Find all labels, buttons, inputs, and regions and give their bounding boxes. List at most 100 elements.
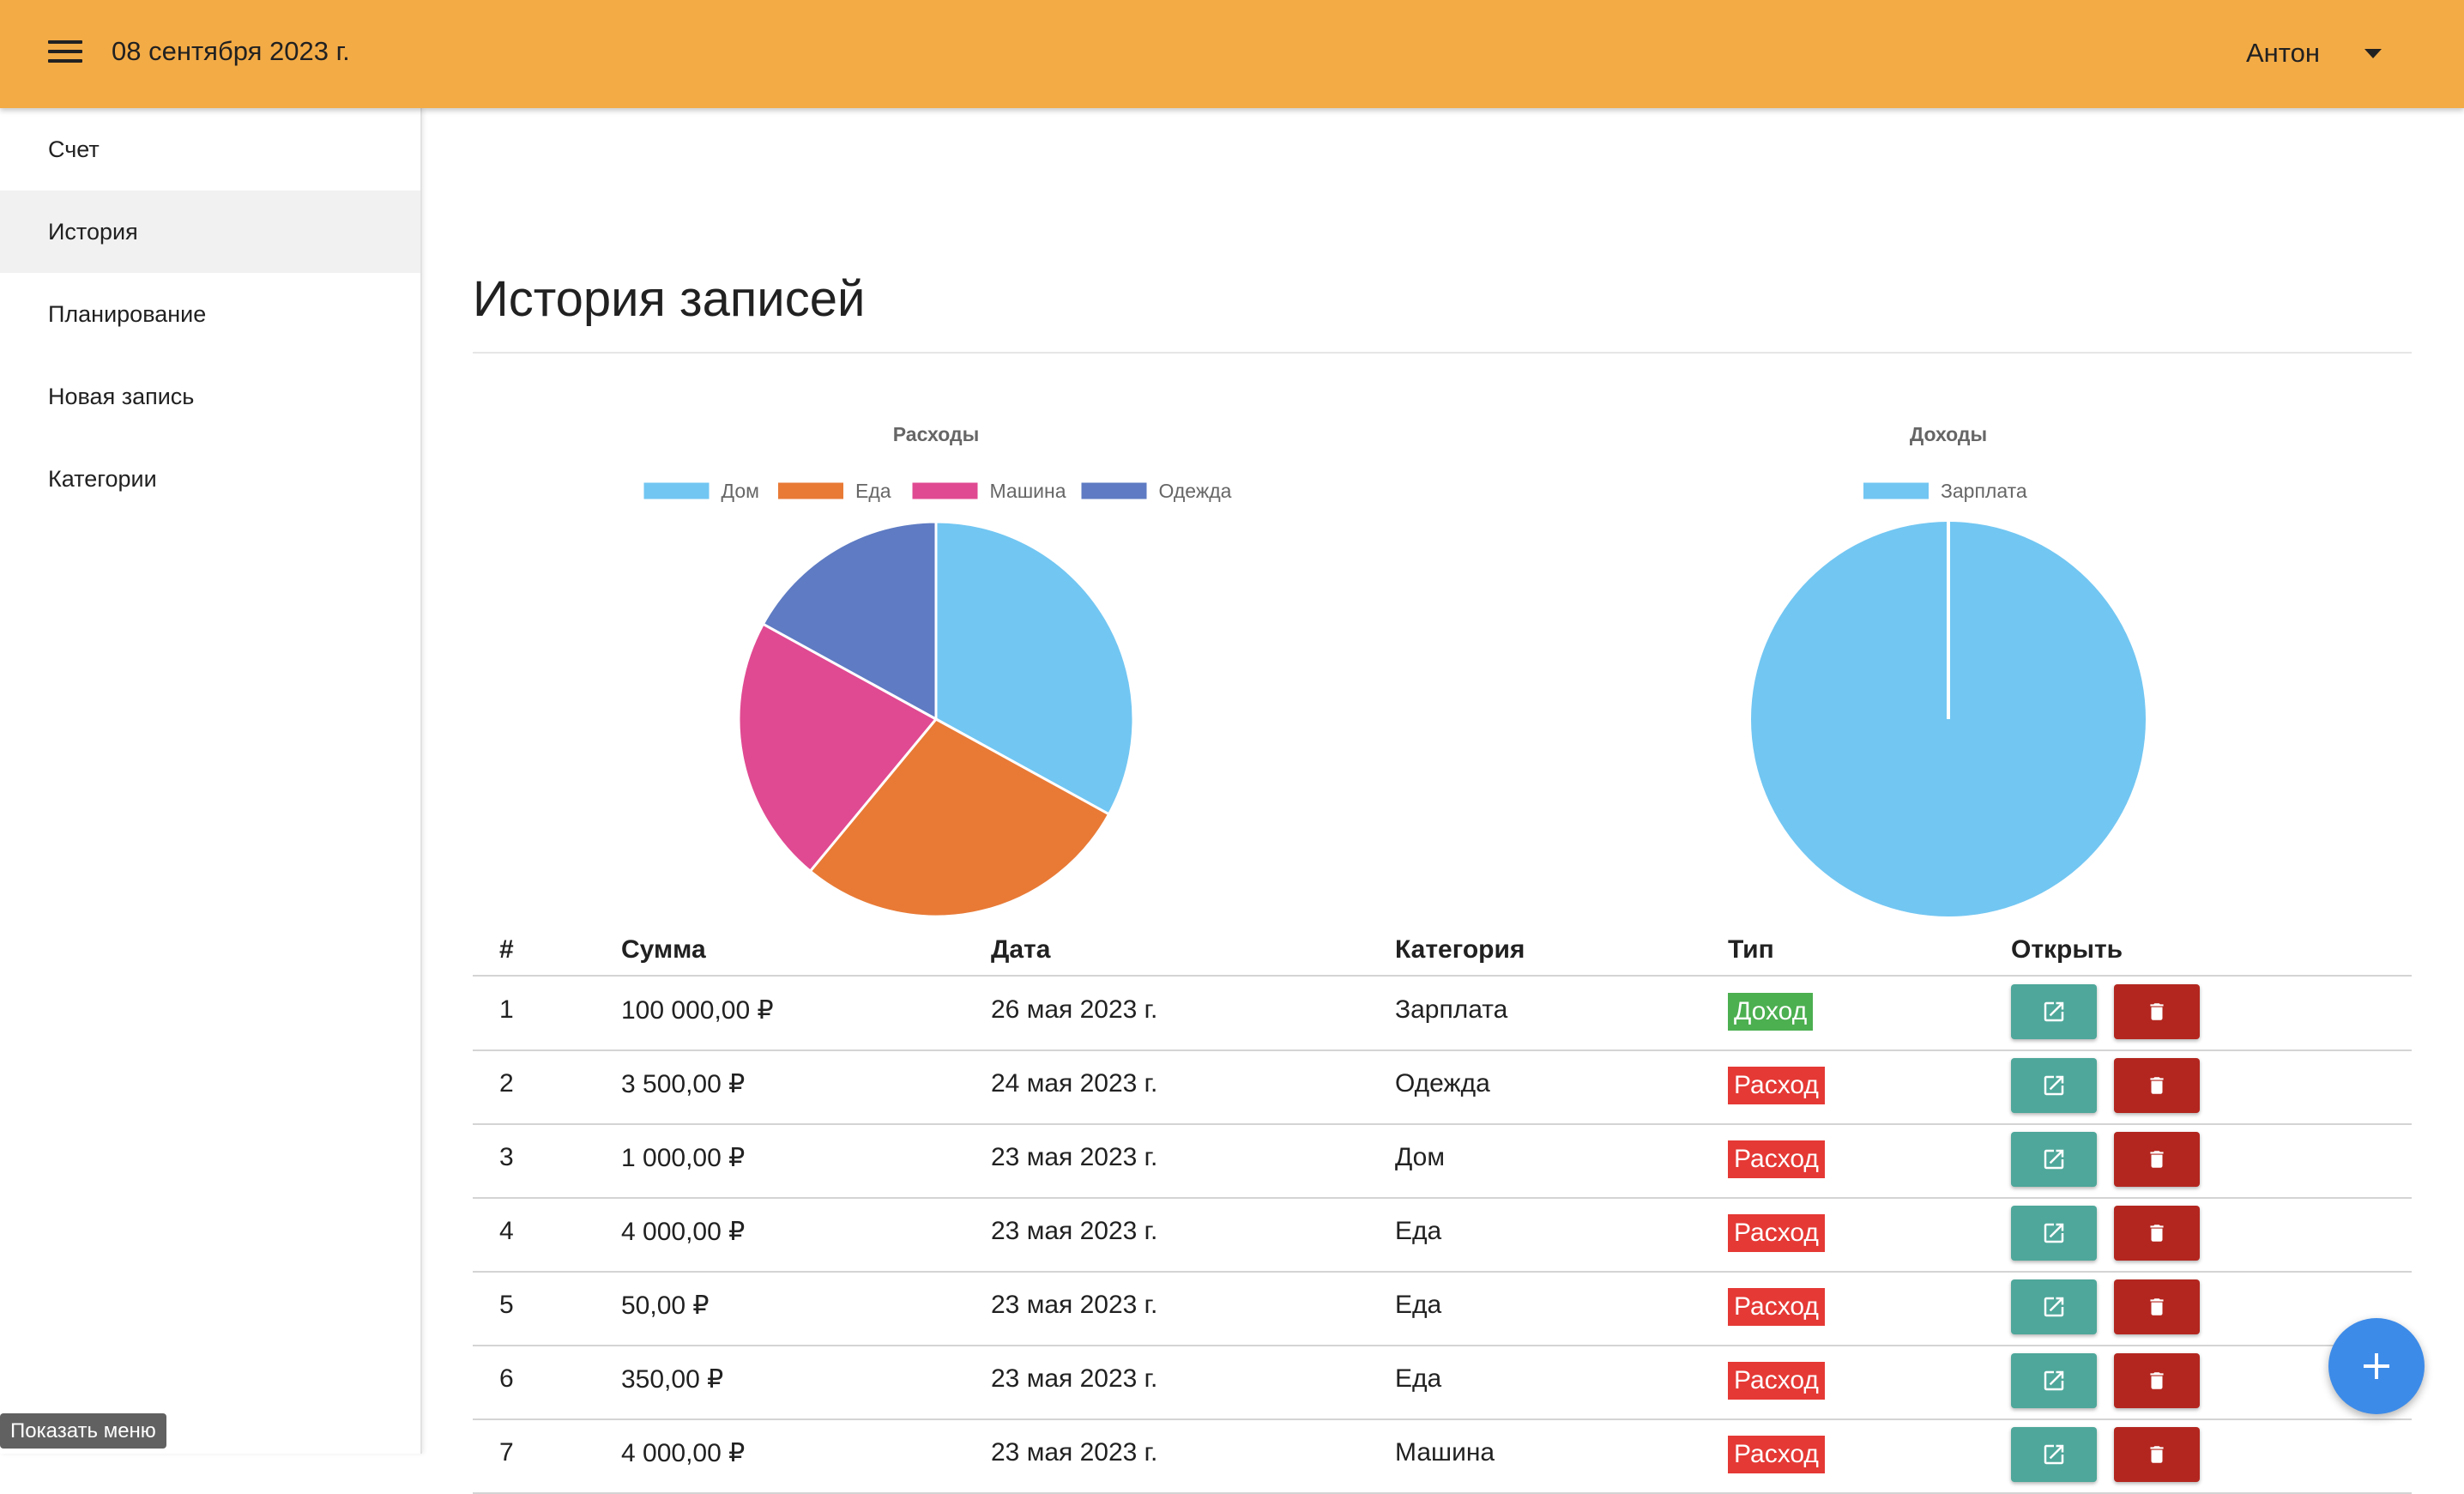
type-badge: Расход <box>1728 1362 1825 1400</box>
delete-record-button[interactable] <box>2114 984 2200 1039</box>
table-row: 2 3 500,00 ₽ 24 мая 2023 г. Одежда Расход <box>473 1049 2412 1125</box>
hamburger-menu-icon[interactable] <box>48 40 82 63</box>
add-record-button[interactable] <box>2328 1318 2425 1414</box>
open-external-icon <box>2044 1075 2064 1096</box>
cell-category: Дом <box>1395 1143 1445 1171</box>
column-header-number: # <box>499 935 514 964</box>
column-header-date: Дата <box>991 935 1051 964</box>
pie-chart-income: Доходы Зарплата <box>1751 423 2146 916</box>
type-badge: Доход <box>1728 993 1814 1031</box>
cell-amount: 50,00 ₽ <box>621 1291 710 1320</box>
open-external-icon <box>2044 1297 2064 1317</box>
open-record-button[interactable] <box>2011 1353 2097 1408</box>
column-header-amount: Сумма <box>621 935 706 964</box>
legend-label[interactable]: Машина <box>990 480 1066 502</box>
type-badge: Расход <box>1728 1214 1825 1252</box>
user-name: Антон <box>2246 38 2321 68</box>
sidebar-item-new-record[interactable]: Новая запись <box>0 355 420 438</box>
cell-number: 6 <box>499 1364 514 1393</box>
cell-number: 5 <box>499 1291 514 1319</box>
trash-icon <box>2150 1077 2164 1094</box>
plus-icon <box>2364 1353 2389 1379</box>
legend-label[interactable]: Одежда <box>1159 480 1232 502</box>
cell-category: Еда <box>1395 1291 1442 1319</box>
column-header-type: Тип <box>1728 935 1774 964</box>
cell-number: 3 <box>499 1143 514 1171</box>
table-row: 4 4 000,00 ₽ 23 мая 2023 г. Еда Расход <box>473 1197 2412 1273</box>
type-badge: Расход <box>1728 1288 1825 1326</box>
legend-swatch[interactable] <box>778 482 843 499</box>
open-external-icon <box>2044 1444 2064 1465</box>
sidebar-item-categories[interactable]: Категории <box>0 438 420 520</box>
cell-date: 23 мая 2023 г. <box>991 1438 1158 1467</box>
trash-icon <box>2150 1151 2164 1168</box>
cell-number: 2 <box>499 1069 514 1098</box>
cell-date: 23 мая 2023 г. <box>991 1364 1158 1393</box>
type-badge: Расход <box>1728 1436 1825 1473</box>
cell-number: 7 <box>499 1438 514 1467</box>
cell-amount: 3 500,00 ₽ <box>621 1070 746 1098</box>
table-header: # Сумма Дата Категория Тип Открыть <box>473 932 2412 977</box>
legend-swatch[interactable] <box>1863 482 1929 499</box>
chart-title: Расходы <box>893 423 980 445</box>
sidebar-item-account[interactable]: Счет <box>0 108 420 191</box>
open-external-icon <box>2044 1149 2064 1170</box>
chart-title: Доходы <box>1910 423 1987 445</box>
open-external-icon <box>2044 1001 2064 1022</box>
cell-amount: 100 000,00 ₽ <box>621 996 774 1025</box>
column-header-open: Открыть <box>2011 935 2123 964</box>
cell-category: Еда <box>1395 1217 1442 1245</box>
cell-category: Машина <box>1395 1438 1495 1467</box>
delete-record-button[interactable] <box>2114 1427 2200 1482</box>
open-record-button[interactable] <box>2011 1427 2097 1482</box>
sidebar-item-history[interactable]: История <box>0 191 420 273</box>
current-date: 08 сентября 2023 г. <box>112 36 350 66</box>
sidebar: Счет История Планирование Новая запись К… <box>0 108 422 1454</box>
open-record-button[interactable] <box>2011 1279 2097 1334</box>
delete-record-button[interactable] <box>2114 1132 2200 1187</box>
trash-icon <box>2150 1446 2164 1463</box>
user-menu-button[interactable]: Антон <box>2246 34 2382 72</box>
cell-date: 23 мая 2023 г. <box>991 1217 1158 1245</box>
delete-record-button[interactable] <box>2114 1279 2200 1334</box>
pie-chart-expenses: Расходы Дом Еда Машина Одежда <box>643 423 1232 918</box>
legend-swatch[interactable] <box>912 482 978 499</box>
column-header-category: Категория <box>1395 935 1525 964</box>
open-record-button[interactable] <box>2011 1132 2097 1187</box>
cell-number: 4 <box>499 1217 514 1245</box>
cell-date: 24 мая 2023 г. <box>991 1069 1158 1098</box>
trash-icon <box>2150 1003 2164 1020</box>
cell-date: 23 мая 2023 г. <box>991 1143 1158 1171</box>
legend-label[interactable]: Дом <box>722 480 759 502</box>
cell-amount: 350,00 ₽ <box>621 1365 724 1394</box>
legend-swatch[interactable] <box>643 482 710 499</box>
open-record-button[interactable] <box>2011 984 2097 1039</box>
cell-amount: 1 000,00 ₽ <box>621 1144 746 1172</box>
trash-icon <box>2150 1372 2164 1389</box>
legend-swatch[interactable] <box>1081 482 1147 499</box>
cell-category: Зарплата <box>1395 995 1508 1024</box>
table-row: 5 50,00 ₽ 23 мая 2023 г. Еда Расход <box>473 1271 2412 1346</box>
cell-category: Одежда <box>1395 1069 1490 1098</box>
cell-amount: 4 000,00 ₽ <box>621 1218 746 1246</box>
trash-icon <box>2150 1298 2164 1316</box>
cell-date: 23 мая 2023 г. <box>991 1291 1158 1319</box>
trash-icon <box>2150 1225 2164 1242</box>
show-menu-tooltip: Показать меню <box>0 1413 166 1449</box>
table-row: 74 000,00 ₽23 мая 2023 г. Машина Расход <box>473 1418 2412 1494</box>
delete-record-button[interactable] <box>2114 1206 2200 1261</box>
open-record-button[interactable] <box>2011 1206 2097 1261</box>
sidebar-item-planning[interactable]: Планирование <box>0 273 420 355</box>
open-external-icon <box>2044 1370 2064 1391</box>
table-row: 3 1 000,00 ₽ 23 мая 2023 г. Дом Расход <box>473 1123 2412 1199</box>
open-external-icon <box>2044 1223 2064 1243</box>
top-app-bar: 08 сентября 2023 г. Антон <box>0 0 2464 108</box>
caret-down-icon <box>2364 48 2382 58</box>
delete-record-button[interactable] <box>2114 1353 2200 1408</box>
legend-label[interactable]: Зарплата <box>1941 480 2027 502</box>
delete-record-button[interactable] <box>2114 1058 2200 1113</box>
table-row: 6 350,00 ₽ 23 мая 2023 г. Еда Расход <box>473 1345 2412 1420</box>
table-row: 1 100 000,00 ₽ 26 мая 2023 г. Зарплата Доход <box>473 976 2412 1051</box>
legend-label[interactable]: Еда <box>855 480 891 502</box>
open-record-button[interactable] <box>2011 1058 2097 1113</box>
